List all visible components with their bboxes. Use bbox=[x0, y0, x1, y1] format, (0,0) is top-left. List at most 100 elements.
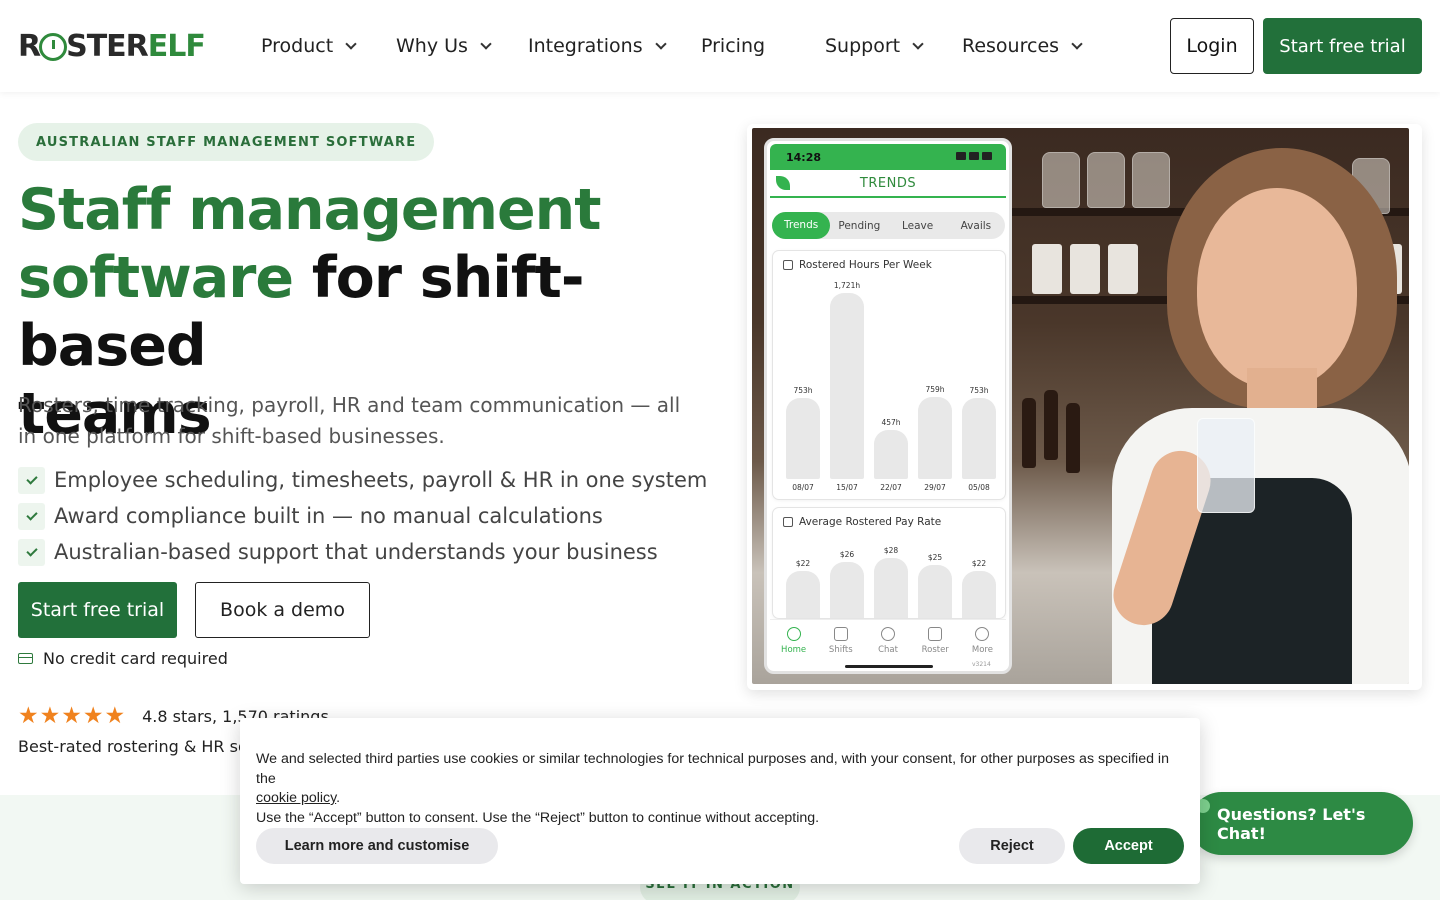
nav-resources[interactable]: Resources bbox=[962, 30, 1083, 62]
nav-text: Chat bbox=[878, 645, 898, 655]
chart-category-label: 29/07 bbox=[924, 483, 946, 492]
cookie-text-1: We and selected third parties use cookie… bbox=[256, 751, 1169, 787]
book-demo-button[interactable]: Book a demo bbox=[195, 582, 370, 638]
learn-more-customise-button[interactable]: Learn more and customise bbox=[256, 828, 498, 864]
chevron-down-icon bbox=[1071, 37, 1083, 50]
chart-value-label: 759h bbox=[925, 385, 945, 394]
cookie-text-2: . bbox=[336, 790, 341, 806]
roster-icon bbox=[928, 627, 943, 641]
nav-label: Resources bbox=[962, 35, 1060, 57]
no-cc-text: No credit card required bbox=[43, 648, 228, 668]
eyebrow-badge: AUSTRALIAN STAFF MANAGEMENT SOFTWARE bbox=[18, 123, 435, 161]
rosterelf-logo[interactable]: R STER ELF bbox=[18, 24, 206, 68]
nav-label: Product bbox=[261, 35, 334, 57]
login-button[interactable]: Login bbox=[1170, 18, 1254, 74]
no-credit-card-note: No credit card required bbox=[18, 647, 228, 669]
chart-category-label: 22/07 bbox=[880, 483, 902, 492]
chart-value-label: 1,721h bbox=[833, 281, 861, 290]
syrup-bottle bbox=[1044, 390, 1058, 460]
chart-value-label: $26 bbox=[839, 550, 855, 559]
pay-chart-panel: Average Rostered Pay Rate $22 $26 $28 $25 $2… bbox=[773, 508, 1005, 618]
more-icon bbox=[975, 627, 990, 641]
checkmark-icon bbox=[18, 502, 45, 530]
clock-icon bbox=[39, 33, 68, 61]
header-start-trial-button[interactable]: Start free trial bbox=[1263, 18, 1422, 74]
phone-bottom-nav: Home Shifts Chat Roster More bbox=[770, 619, 1006, 669]
accept-cookies-button[interactable]: Accept bbox=[1073, 828, 1184, 864]
cookie-text: We and selected third parties use cookie… bbox=[256, 750, 1186, 828]
chart-bar bbox=[962, 398, 996, 479]
star-icon: ★ bbox=[104, 703, 126, 729]
phone-nav-shifts[interactable]: Shifts bbox=[817, 620, 864, 669]
nav-product[interactable]: Product bbox=[261, 30, 357, 62]
logo-text-elf: ELF bbox=[147, 28, 206, 64]
nav-integrations[interactable]: Integrations bbox=[528, 30, 667, 62]
water-glass bbox=[1197, 418, 1255, 513]
chart-category-label: 15/07 bbox=[836, 483, 858, 492]
cookie-consent-banner: We and selected third parties use cookie… bbox=[240, 718, 1200, 884]
phone-tab-leave[interactable]: Leave bbox=[889, 220, 947, 232]
phone-tab-avails[interactable]: Avails bbox=[947, 220, 1005, 232]
home-indicator bbox=[845, 665, 933, 668]
calendar-icon bbox=[783, 260, 793, 270]
chart-bar bbox=[786, 571, 820, 618]
pay-chart-title: Average Rostered Pay Rate bbox=[783, 516, 941, 528]
cookie-policy-link[interactable]: cookie policy bbox=[256, 790, 336, 806]
chevron-down-icon bbox=[345, 37, 357, 50]
headline-part: software bbox=[18, 245, 294, 311]
check-item: Award compliance built in — no manual ca… bbox=[18, 498, 707, 534]
logo-text-ster: STER bbox=[66, 28, 149, 64]
phone-mockup: 14:28 TRENDS Trends Pending Leave Avails… bbox=[764, 138, 1012, 674]
check-text: Australian-based support that understand… bbox=[54, 540, 658, 564]
app-version: v3214 bbox=[972, 661, 991, 668]
chart-value-label: $25 bbox=[927, 553, 943, 562]
chart-value-label: 753h bbox=[793, 386, 813, 395]
chevron-down-icon bbox=[480, 37, 492, 50]
checkmark-icon bbox=[18, 538, 45, 566]
chat-launcher-button[interactable]: Questions? Let's Chat! bbox=[1190, 792, 1413, 855]
cookie-text-3: Use the “Accept” button to consent. Use … bbox=[256, 809, 820, 826]
star-icon: ★ bbox=[82, 703, 104, 729]
chart-value-label: $28 bbox=[883, 546, 899, 555]
phone-nav-roster[interactable]: Roster bbox=[912, 620, 959, 669]
chart-bar bbox=[786, 398, 820, 479]
site-header: R STER ELF Product Why Us Integrations P… bbox=[0, 0, 1440, 92]
star-icon: ★ bbox=[39, 703, 61, 729]
nav-text: Roster bbox=[921, 645, 949, 655]
pay-title-text: Average Rostered Pay Rate bbox=[799, 516, 942, 528]
coffee-bag bbox=[1070, 244, 1100, 294]
phone-tab-trends[interactable]: Trends bbox=[772, 212, 831, 239]
nav-why-us[interactable]: Why Us bbox=[396, 30, 492, 62]
star-icon: ★ bbox=[18, 703, 39, 729]
hours-chart-title: Rostered Hours Per Week bbox=[783, 259, 932, 271]
headline-part: Staff management bbox=[18, 177, 601, 243]
nav-pricing[interactable]: Pricing bbox=[701, 30, 765, 62]
nav-label: Pricing bbox=[701, 35, 766, 57]
chart-value-label: 457h bbox=[881, 418, 901, 427]
calendar-icon bbox=[833, 627, 848, 641]
nav-text: Home bbox=[781, 645, 807, 655]
nav-label: Integrations bbox=[528, 35, 643, 57]
phone-nav-home[interactable]: Home bbox=[770, 620, 817, 669]
dashboard-icon bbox=[786, 627, 801, 641]
bar-chart-icon bbox=[783, 517, 793, 527]
logo-text-r: R bbox=[18, 28, 41, 64]
hero-start-trial-button[interactable]: Start free trial bbox=[18, 582, 177, 638]
chart-category-label: 08/07 bbox=[792, 483, 814, 492]
chart-bar bbox=[874, 430, 908, 479]
reject-cookies-button[interactable]: Reject bbox=[959, 828, 1065, 864]
hours-title-text: Rostered Hours Per Week bbox=[799, 259, 932, 271]
woman-face bbox=[1197, 188, 1357, 388]
feature-checklist: Employee scheduling, timesheets, payroll… bbox=[18, 462, 707, 570]
phone-nav-chat[interactable]: Chat bbox=[864, 620, 911, 669]
phone-tab-pending[interactable]: Pending bbox=[830, 220, 888, 232]
best-rated-text: Best-rated rostering & HR sof bbox=[18, 737, 254, 756]
credit-card-icon bbox=[18, 652, 33, 664]
chart-value-label: $22 bbox=[795, 559, 811, 568]
chart-bar bbox=[874, 558, 908, 618]
nav-label: Why Us bbox=[396, 35, 468, 57]
status-icons bbox=[956, 152, 992, 160]
nav-support[interactable]: Support bbox=[825, 30, 924, 62]
chevron-down-icon bbox=[912, 37, 924, 50]
chart-value-label: $22 bbox=[971, 559, 987, 568]
